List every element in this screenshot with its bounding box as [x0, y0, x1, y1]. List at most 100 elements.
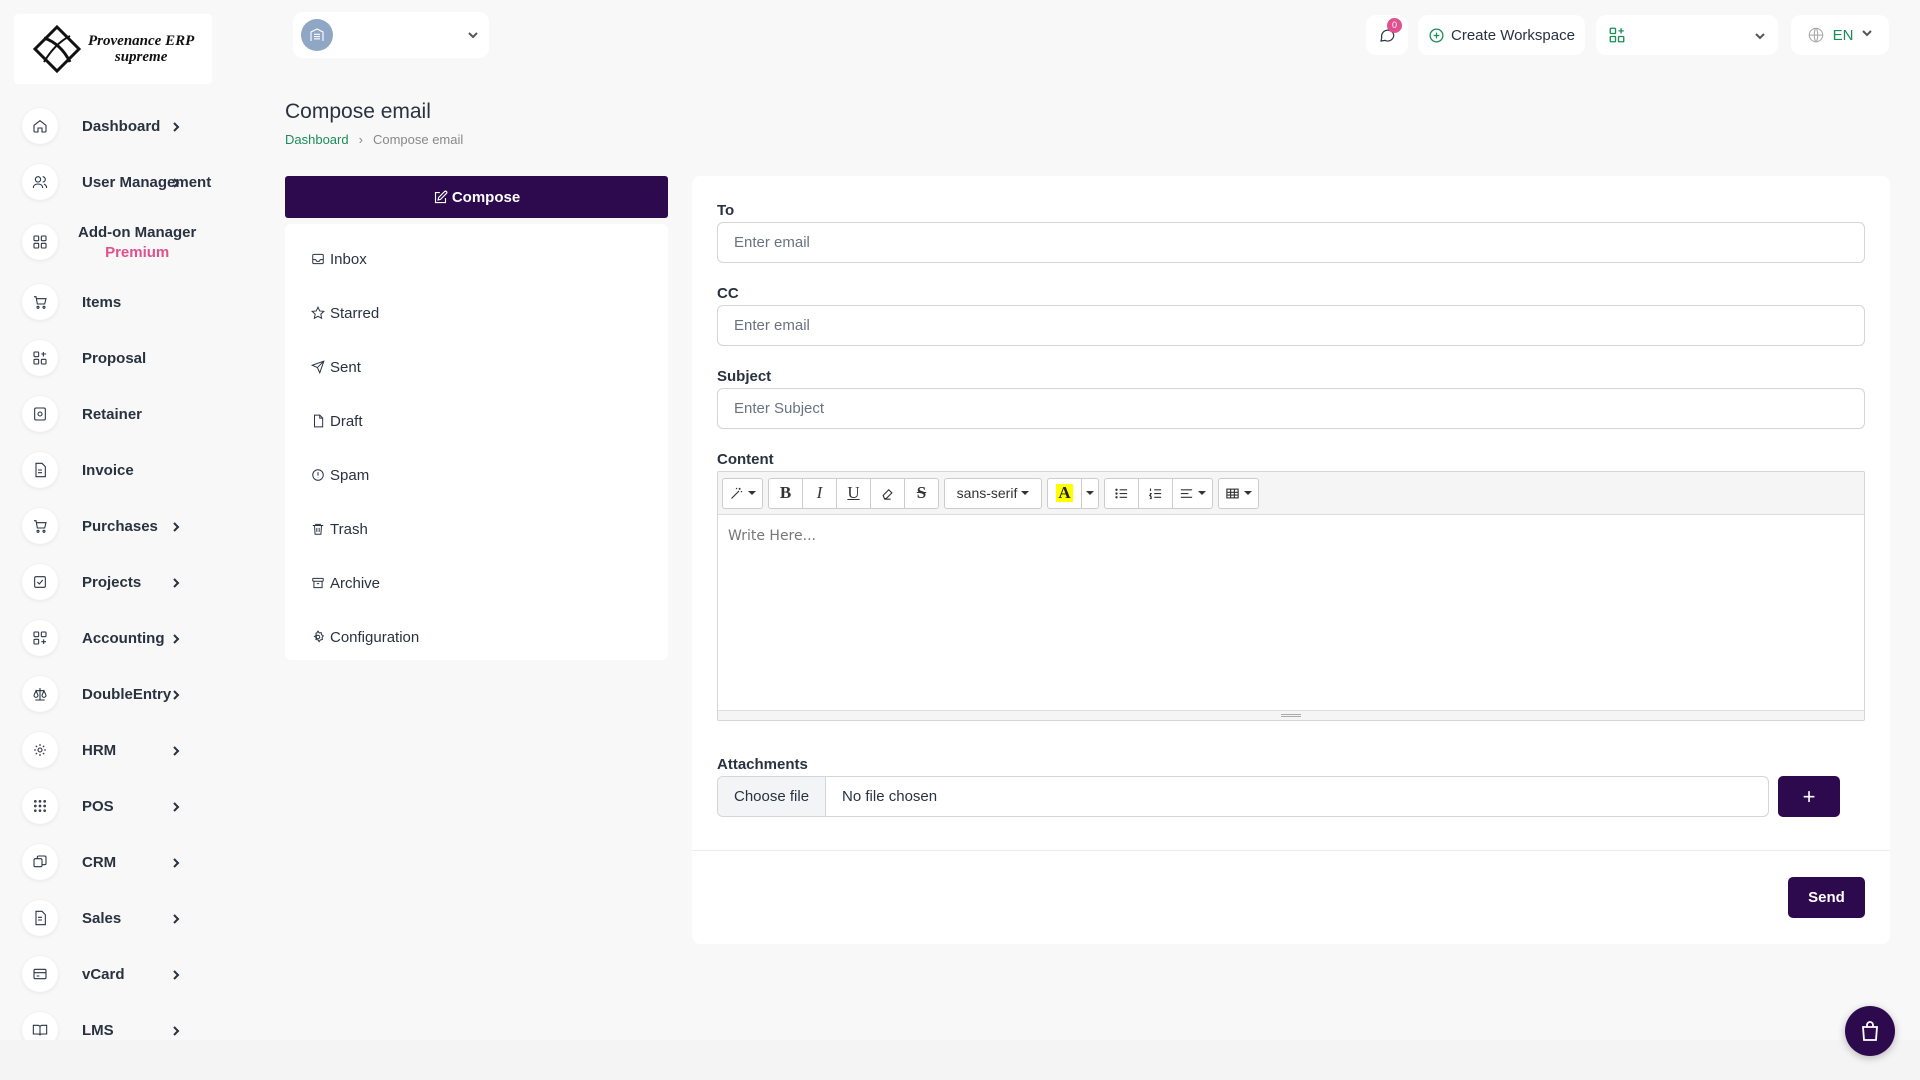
attachment-file-input[interactable]: Choose file No file chosen — [717, 776, 1769, 817]
create-workspace-button[interactable]: Create Workspace — [1418, 15, 1585, 55]
text-color-dropdown[interactable] — [1081, 477, 1099, 509]
subject-input[interactable] — [717, 388, 1865, 429]
subject-label: Subject — [717, 368, 772, 385]
premium-badge: Premium — [105, 243, 170, 261]
bottom-strip — [0, 1040, 1920, 1080]
mail-folder-spam[interactable]: Spam — [285, 448, 668, 502]
align-left-icon — [1180, 488, 1193, 498]
sidebar-item-label: Accounting — [82, 629, 165, 647]
sidebar-item-label: Invoice — [82, 461, 134, 479]
sidebar-item-addon-manager[interactable]: Add-on Manager Premium — [14, 210, 212, 274]
table-icon — [1226, 488, 1239, 498]
sidebar-item-label-main: Add-on Manager — [78, 223, 197, 241]
chevron-right-icon — [170, 744, 182, 756]
editor-toolbar: B I U S sans-serif A — [718, 472, 1864, 515]
sidebar-item-invoice[interactable]: Invoice — [14, 442, 212, 498]
mail-folder-label: Sent — [330, 358, 361, 376]
sidebar-item-label: vCard — [82, 965, 125, 983]
sidebar-item-crm[interactable]: CRM — [14, 834, 212, 890]
inbox-icon — [312, 253, 324, 265]
chevron-right-icon — [170, 576, 182, 588]
bullet-list-button[interactable] — [1104, 477, 1139, 509]
form-divider — [692, 850, 1890, 851]
sidebar-item-label: Retainer — [82, 405, 143, 423]
sidebar-item-items[interactable]: Items — [14, 274, 212, 330]
paragraph-dropdown-button[interactable] — [1172, 477, 1213, 509]
sidebar-item-label: Dashboard — [82, 117, 161, 135]
sidebar-item-sales[interactable]: Sales — [14, 890, 212, 946]
mail-folder-configuration[interactable]: Configuration — [285, 610, 668, 664]
brand-line-1: Provenance ERP — [88, 33, 195, 49]
mail-folder-trash[interactable]: Trash — [285, 502, 668, 556]
send-button[interactable]: Send — [1788, 877, 1865, 918]
sidebar-item-hrm[interactable]: HRM — [14, 722, 212, 778]
numbered-list-button[interactable] — [1138, 477, 1173, 509]
sidebar-item-proposal[interactable]: Proposal — [14, 330, 212, 386]
sidebar-item-accounting[interactable]: Accounting — [14, 610, 212, 666]
file-icon — [22, 900, 58, 936]
messages-button[interactable]: 0 — [1366, 15, 1408, 55]
sidebar-item-label: Add-on Manager Premium — [78, 224, 196, 261]
gear-icon — [313, 630, 324, 643]
chevron-right-icon — [170, 1024, 182, 1036]
numbered-list-icon — [1148, 488, 1162, 499]
mail-folder-draft[interactable]: Draft — [285, 394, 668, 448]
font-family-value: sans-serif — [956, 485, 1018, 501]
crm-icon — [22, 844, 58, 880]
bullet-list-icon — [1115, 488, 1128, 498]
to-input[interactable] — [717, 222, 1865, 263]
workspace-select[interactable] — [293, 12, 489, 58]
sidebar-item-user-management[interactable]: User Management — [14, 154, 212, 210]
spam-icon — [312, 469, 324, 481]
bold-button[interactable]: B — [768, 477, 803, 509]
users-icon — [22, 164, 58, 200]
sidebar-item-label: Items — [82, 293, 122, 311]
sidebar-item-vcard[interactable]: vCard — [14, 946, 212, 1002]
clear-format-button[interactable] — [870, 477, 905, 509]
apps-select[interactable] — [1596, 15, 1778, 55]
compose-button[interactable]: Compose — [285, 176, 668, 218]
strikethrough-button[interactable]: S — [904, 477, 939, 509]
sidebar-item-label: LMS — [82, 1021, 114, 1039]
text-color-button[interactable]: A — [1047, 477, 1082, 509]
hrm-icon — [22, 732, 58, 768]
chevron-right-icon — [170, 968, 182, 980]
file-name-text: No file chosen — [842, 788, 938, 805]
mail-folder-sent[interactable]: Sent — [285, 340, 668, 394]
underline-button[interactable]: U — [836, 477, 871, 509]
brand-logo[interactable]: Provenance ERP supreme — [14, 14, 212, 84]
sidebar-item-doubleentry[interactable]: DoubleEntry — [14, 666, 212, 722]
breadcrumb-dashboard-link[interactable]: Dashboard — [285, 132, 349, 147]
editor-resize-handle[interactable] — [718, 710, 1864, 720]
chevron-right-icon — [170, 912, 182, 924]
language-select[interactable]: EN — [1791, 15, 1889, 55]
editor-content-area[interactable]: Write Here... — [718, 515, 1864, 715]
font-family-dropdown[interactable]: sans-serif — [944, 477, 1042, 509]
attachments-label: Attachments — [717, 756, 808, 773]
table-dropdown-button[interactable] — [1218, 477, 1259, 509]
sidebar-item-label: Purchases — [82, 517, 158, 535]
archive-icon — [312, 577, 324, 589]
sidebar-item-label: DoubleEntry — [82, 685, 172, 703]
page-title: Compose email — [285, 100, 431, 123]
sidebar-item-dashboard[interactable]: Dashboard — [14, 98, 212, 154]
add-attachment-button[interactable]: + — [1778, 776, 1840, 817]
sidebar-item-retainer[interactable]: Retainer — [14, 386, 212, 442]
eraser-icon — [882, 488, 893, 500]
mail-folder-label: Archive — [330, 574, 381, 592]
cart-floating-button[interactable] — [1845, 1006, 1895, 1056]
sidebar-item-label: Sales — [82, 909, 122, 927]
globe-icon — [1808, 27, 1823, 43]
sidebar-item-pos[interactable]: POS — [14, 778, 212, 834]
mail-folder-starred[interactable]: Starred — [285, 286, 668, 340]
italic-button[interactable]: I — [802, 477, 837, 509]
mail-folder-archive[interactable]: Archive — [285, 556, 668, 610]
sidebar-item-projects[interactable]: Projects — [14, 554, 212, 610]
cc-input[interactable] — [717, 305, 1865, 346]
choose-file-button[interactable]: Choose file — [718, 777, 827, 816]
sidebar-item-purchases[interactable]: Purchases — [14, 498, 212, 554]
style-dropdown-button[interactable] — [722, 477, 763, 509]
cart-icon — [22, 508, 58, 544]
mail-folder-inbox[interactable]: Inbox — [285, 232, 668, 286]
sidebar-item-label: Projects — [82, 573, 142, 591]
